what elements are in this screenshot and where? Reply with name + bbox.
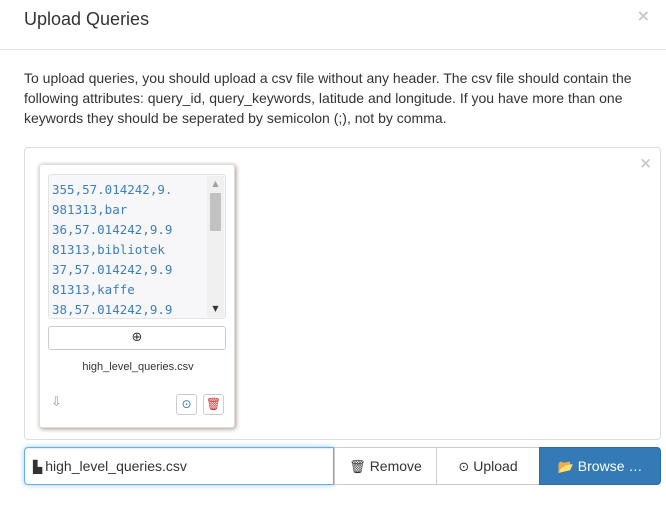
file-icon: ▙	[33, 460, 43, 474]
file-drop-zone[interactable]: × 355,57.014242,9. 981313,bar 36,57.0142…	[24, 147, 661, 440]
modal-title: Upload Queries	[24, 9, 150, 29]
preview-scrollbar[interactable]: ▲ ▼	[207, 176, 224, 317]
modal-header: Upload Queries ×	[0, 0, 666, 50]
file-content-line: 81313,bibliotek	[52, 242, 165, 257]
file-input-group: ▙ high_level_queries.csv 🗑 Remove ⊙ Upload …	[24, 447, 661, 485]
file-content-line: 37,57.014242,9.9	[52, 262, 173, 277]
file-content-line: 81313,kaffe	[52, 282, 135, 297]
file-preview-card: 355,57.014242,9. 981313,bar 36,57.014242…	[39, 164, 235, 428]
trash-icon: 🗑	[205, 397, 222, 411]
file-text-preview[interactable]: 355,57.014242,9. 981313,bar 36,57.014242…	[48, 174, 226, 319]
upload-icon: ⊙	[181, 397, 192, 411]
zoom-button[interactable]: ⊕	[48, 326, 226, 350]
file-content-line: 36,57.014242,9.9	[52, 222, 173, 237]
upload-button[interactable]: ⊙ Upload	[436, 447, 540, 485]
zoom-in-icon: ⊕	[131, 330, 143, 345]
trash-icon: 🗑	[349, 460, 366, 475]
move-handle-icon[interactable]: ⇩	[51, 395, 62, 410]
file-content-line: 981313,bar	[52, 202, 128, 217]
file-content-line: 355,57.014242,9.	[52, 182, 173, 197]
browse-button[interactable]: 📂 Browse …	[539, 447, 661, 485]
upload-label: Upload	[473, 458, 518, 474]
instructions-text: To upload queries, you should upload a c…	[24, 70, 632, 126]
scroll-down-icon[interactable]: ▼	[207, 301, 224, 317]
upload-icon: ⊙	[458, 460, 470, 475]
remove-file-button[interactable]: 🗑	[203, 394, 224, 415]
browse-label: Browse …	[577, 458, 643, 474]
close-icon[interactable]: ×	[637, 6, 650, 25]
scroll-thumb[interactable]	[210, 193, 221, 231]
clear-preview-icon[interactable]: ×	[639, 154, 652, 172]
file-content: 355,57.014242,9. 981313,bar 36,57.014242…	[52, 180, 204, 318]
scroll-up-icon[interactable]: ▲	[207, 176, 224, 192]
upload-file-button[interactable]: ⊙	[176, 394, 197, 415]
file-content-line: 38,57.014242,9.9	[52, 302, 173, 317]
preview-file-name: high_level_queries.csv	[82, 361, 194, 373]
remove-button[interactable]: 🗑 Remove	[334, 447, 437, 485]
file-caption-field[interactable]: ▙ high_level_queries.csv	[24, 447, 334, 485]
remove-label: Remove	[369, 458, 422, 474]
folder-open-icon: 📂	[557, 460, 574, 475]
file-caption-text: high_level_queries.csv	[45, 458, 187, 474]
